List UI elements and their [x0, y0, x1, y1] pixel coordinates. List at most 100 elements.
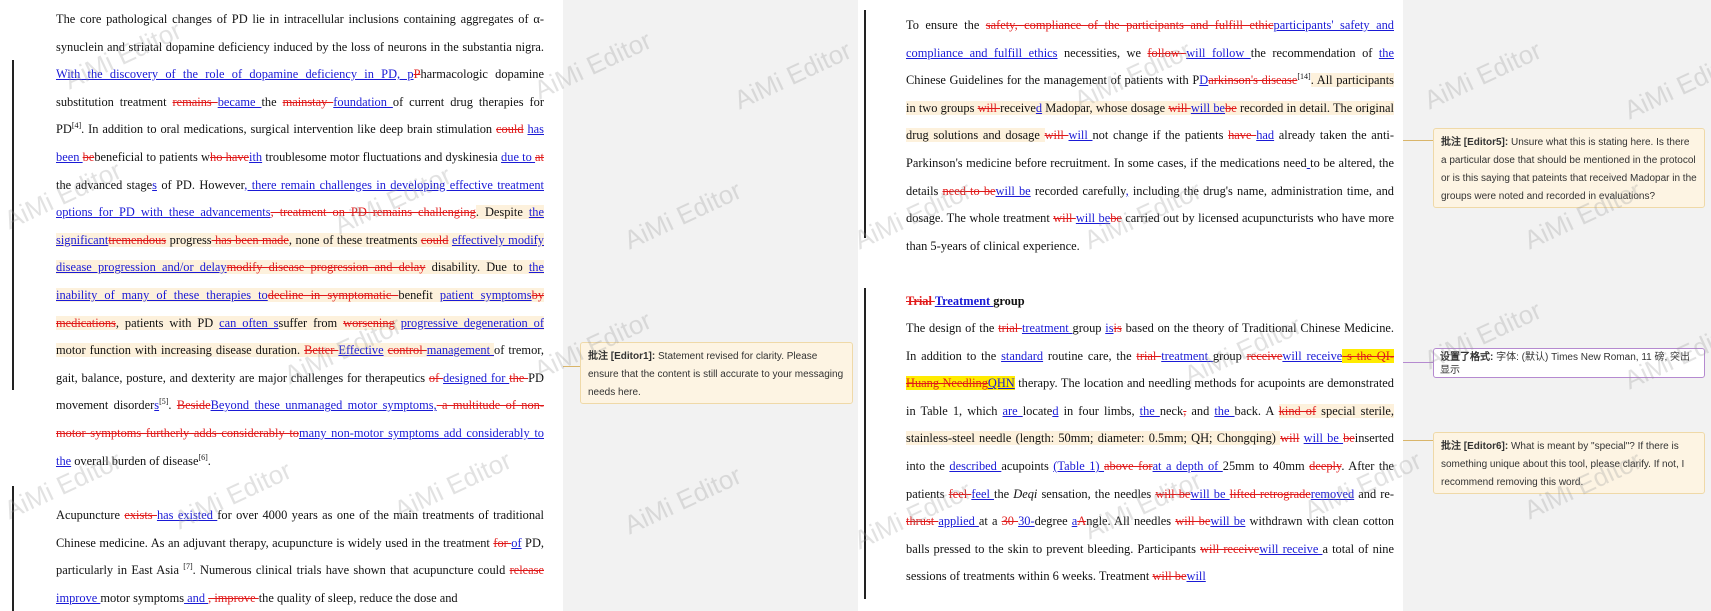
text: Chinese Guidelines for the management of… — [906, 73, 1200, 88]
insertion: became — [217, 94, 262, 109]
text: disability. Due to — [425, 260, 529, 275]
section-heading[interactable]: Trial Treatment group — [906, 288, 1394, 316]
insertion: With the discovery of the role of dopami… — [56, 67, 414, 82]
insertion: had — [1256, 128, 1275, 143]
insertion: described — [949, 458, 1002, 473]
comment-author: 批注 [Editor6]: — [1441, 441, 1509, 452]
insertion: Treatment — [934, 294, 994, 308]
text: recorded carefully — [1030, 183, 1126, 198]
text: overall burden of disease — [71, 453, 199, 468]
text: To ensure the — [906, 18, 986, 32]
text: routine care, the — [1043, 348, 1137, 363]
comment-editor5[interactable]: 批注 [Editor5]: Unsure what this is statin… — [1433, 128, 1705, 208]
deletion: feel — [948, 486, 972, 501]
deletion: lifted retrograde — [1229, 486, 1311, 501]
change-bar — [864, 10, 866, 238]
change-bar — [864, 288, 866, 599]
comment-editor6[interactable]: 批注 [Editor6]: What is meant by "special"… — [1433, 432, 1705, 494]
deletion: will — [1053, 211, 1076, 226]
text: sensation, the needles — [1037, 486, 1156, 501]
deletion: of — [428, 370, 444, 385]
insertion: improve — [56, 590, 101, 605]
insertion: management — [426, 343, 495, 358]
text: locate — [1022, 403, 1053, 418]
insertion: are — [1002, 403, 1023, 418]
deletion: could — [420, 232, 449, 247]
text: 25mm to 40mm — [1222, 458, 1310, 473]
citation: [5] — [159, 397, 169, 407]
insertion: at a depth of — [1152, 458, 1223, 473]
deletion: tremendous — [108, 232, 167, 247]
insertion: foundation — [333, 94, 393, 109]
paragraph-treatment-design[interactable]: The design of the trial treatment group … — [906, 315, 1394, 591]
insertion: 30- — [1018, 514, 1035, 529]
deletion: A — [1077, 514, 1087, 529]
deletion: deeply — [1309, 458, 1342, 473]
deletion: at — [535, 149, 544, 164]
format-change-note[interactable]: 设置了格式: 字体: (默认) Times New Roman, 11 磅, 突… — [1433, 348, 1705, 378]
paragraph-pd-pathology[interactable]: The core pathological changes of PD lie … — [56, 6, 545, 475]
deletion: Trial — [906, 294, 935, 308]
insertion: has existed — [156, 508, 218, 522]
text: not change if the patients — [1092, 128, 1229, 143]
text: group — [1072, 321, 1106, 335]
text: motor symptoms — [100, 590, 185, 605]
comment-connector — [563, 366, 580, 367]
deletion: trial — [998, 321, 1022, 335]
document-page-left: The core pathological changes of PD lie … — [0, 0, 563, 611]
insertion: will be — [1303, 431, 1344, 446]
deletion: will — [1044, 128, 1069, 143]
text: . — [168, 398, 177, 413]
text: Deqi — [1013, 486, 1038, 501]
insertion: will be — [1190, 100, 1226, 115]
insertion: ith — [249, 149, 263, 164]
deletion: thrust — [906, 514, 939, 529]
text: the recommendation of — [1250, 45, 1379, 60]
citation: [7] — [183, 562, 193, 572]
text: group — [993, 294, 1025, 308]
insertion: Beyond these unmanaged motor symptoms, — [210, 398, 437, 413]
citation: [6] — [198, 452, 208, 462]
deletion: release — [509, 563, 544, 578]
comment-author: 设置了格式: — [1440, 352, 1494, 363]
deletion: 30 — [1001, 514, 1019, 529]
paragraph-acupuncture[interactable]: Acupuncture exists has existed for over … — [56, 502, 544, 611]
deletion: mainstay — [282, 94, 334, 109]
text: The design of the — [906, 321, 999, 335]
insertion: applied — [938, 514, 979, 529]
document-page-right: To ensure the safety, compliance of the … — [858, 0, 1403, 611]
deletion: for — [493, 535, 512, 550]
deletion: will — [977, 100, 1001, 115]
deletion: , treatment on PD remains challenging — [270, 205, 476, 220]
text: of PD. However — [156, 177, 245, 192]
insertion: will be — [1075, 211, 1111, 226]
text: troublesome motor fluctuations and dyski… — [262, 149, 502, 164]
paragraph-safety-compliance[interactable]: To ensure the safety, compliance of the … — [906, 12, 1395, 260]
deletion: safety, compliance of the participants a… — [985, 18, 1274, 32]
deletion: follow — [1147, 45, 1187, 60]
change-bar — [12, 486, 14, 611]
change-bar — [12, 60, 14, 390]
deletion: worsening — [343, 315, 395, 330]
deletion: have — [1228, 128, 1257, 143]
deletion: could — [496, 122, 524, 137]
deletion: Beside — [176, 398, 211, 413]
text: . Numerous clinical trials have shown th… — [192, 563, 510, 578]
text: suffer from — [278, 315, 344, 330]
deletion: will — [1280, 431, 1300, 446]
text: . — [207, 453, 211, 468]
insertion: Effective — [338, 343, 384, 358]
deletion: will — [1168, 100, 1191, 115]
deletion: symptomatic — [327, 287, 399, 302]
insertion: treatment — [1021, 321, 1073, 335]
insertion: can often s — [219, 315, 279, 330]
insertion: standard — [1001, 348, 1044, 363]
deletion: exists — [124, 508, 157, 522]
comment-connector — [1403, 140, 1433, 141]
deletion: the — [509, 370, 529, 385]
format-connector — [1403, 362, 1433, 363]
text: Madopar, whose dosage — [1042, 100, 1169, 115]
deletion: ho have — [210, 149, 250, 164]
comment-editor1[interactable]: 批注 [Editor1]: Statement revised for clar… — [580, 342, 853, 404]
insertion: will follow — [1186, 45, 1251, 60]
